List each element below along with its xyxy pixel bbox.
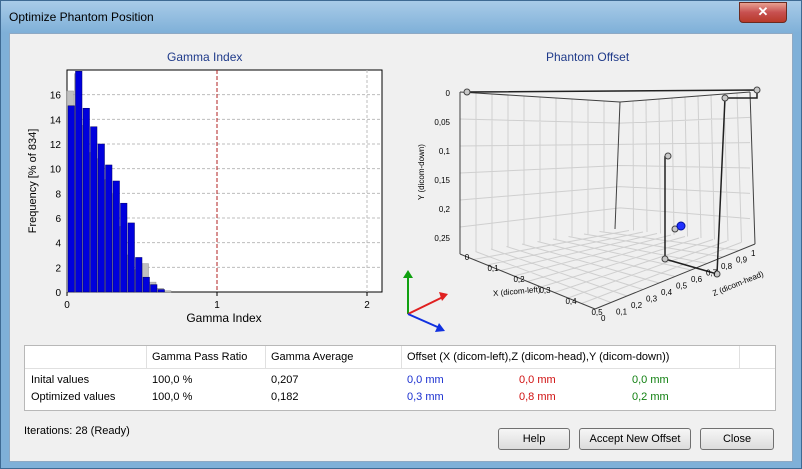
- offset-chart-title: Phantom Offset: [546, 50, 630, 64]
- window-close-button[interactable]: ✕: [739, 2, 787, 23]
- close-button[interactable]: Close: [700, 428, 774, 450]
- z-tick-label-3d: 0,2: [631, 301, 643, 310]
- z-tick-label-3d: 0,8: [721, 262, 733, 271]
- x-tick-label-3d: 0,2: [513, 275, 525, 284]
- y-tick-label: 6: [55, 214, 61, 225]
- bar-optimized: [142, 276, 150, 293]
- y-tick-label-3d: 0,25: [434, 234, 450, 243]
- z-tick-label-3d: 0,7: [706, 269, 718, 278]
- y-tick-labels: 0 2 4 6 8 10 12 14 16: [50, 91, 62, 299]
- y-axis-label-3d: Y (dicom-down): [417, 144, 426, 200]
- header-offset: Offset (X (dicom-left),Z (dicom-head),Y …: [407, 351, 670, 363]
- y-tick-label: 0: [55, 288, 61, 299]
- accept-new-offset-button[interactable]: Accept New Offset: [579, 428, 691, 450]
- dialog-window: Optimize Phantom Position ✕ Gamma Index …: [0, 0, 802, 469]
- help-button[interactable]: Help: [498, 428, 570, 450]
- marker-corner: [753, 86, 761, 94]
- z-tick-label-3d: 0,9: [736, 256, 748, 265]
- x-tick-label-3d: 0,3: [539, 286, 551, 295]
- row-label: Inital values: [31, 374, 90, 386]
- bar-optimized: [135, 257, 143, 293]
- y-tick-label-3d: 0,05: [434, 118, 450, 127]
- y-tick-label-3d: 0,1: [439, 147, 451, 156]
- z-tick-label-3d: 0,3: [646, 295, 658, 304]
- z-tick-label-3d: 0: [601, 314, 606, 323]
- bar-initial: [164, 290, 172, 293]
- row-offset-x: 0,3 mm: [407, 391, 444, 403]
- dialog-client-area: Gamma Index 0 2 4 6 8 10 12 14 16 012 Gamma Inde…: [9, 33, 793, 462]
- results-table: Gamma Pass Ratio Gamma Average Offset (X…: [24, 345, 776, 411]
- z-tick-label-3d: 1: [751, 249, 756, 258]
- y-tick-label: 12: [50, 140, 62, 151]
- status-text: Iterations: 28 (Ready): [24, 425, 130, 437]
- z-tick-label-3d: 0,5: [676, 282, 688, 291]
- row-offset-z: 0,0 mm: [519, 374, 556, 386]
- x-tick-label: 0: [64, 300, 70, 311]
- bar-optimized: [150, 284, 158, 293]
- y-tick-label-3d: 0,15: [434, 176, 450, 185]
- y-tick-label-3d: 0,2: [439, 205, 451, 214]
- bar-optimized: [82, 107, 90, 293]
- y-tick-label-3d: 0: [446, 89, 451, 98]
- z-tick-label-3d: 0,4: [661, 288, 673, 297]
- x-tick-label: 1: [214, 300, 220, 311]
- histogram-title: Gamma Index: [167, 50, 243, 64]
- row-label: Optimized values: [31, 391, 116, 403]
- x-axis-label: Gamma Index: [186, 311, 261, 325]
- bar-optimized: [127, 222, 135, 293]
- row-pass-ratio: 100,0 %: [152, 374, 193, 386]
- marker-top: [721, 94, 729, 102]
- window-title: Optimize Phantom Position: [9, 10, 154, 24]
- row-offset-y: 0,0 mm: [632, 374, 669, 386]
- y-tick-label: 8: [55, 189, 61, 200]
- bar-optimized: [90, 126, 98, 293]
- marker-base: [661, 255, 669, 263]
- x-axis-label-3d: X (dicom-left): [493, 285, 542, 298]
- row-offset-y: 0,2 mm: [632, 391, 669, 403]
- row-gamma-average: 0,182: [271, 391, 299, 403]
- y-tick-label: 14: [50, 115, 62, 126]
- y-tick-label: 4: [55, 239, 61, 250]
- marker-mid: [664, 152, 672, 160]
- z-tick-label-3d: 0,1: [616, 308, 628, 317]
- title-bar[interactable]: Optimize Phantom Position ✕: [1, 1, 801, 33]
- header-pass-ratio: Gamma Pass Ratio: [152, 351, 248, 363]
- row-gamma-average: 0,207: [271, 374, 299, 386]
- y-tick-label: 10: [50, 165, 62, 176]
- y-tick-label: 2: [55, 263, 61, 274]
- row-offset-x: 0,0 mm: [407, 374, 444, 386]
- header-gamma-average: Gamma Average: [271, 351, 354, 363]
- bar-optimized: [157, 289, 165, 293]
- gamma-histogram-chart: 0246810121416 012 Gamma Index Frequency …: [27, 69, 383, 325]
- y-tick-labels-3d: 0 0,05 0,1 0,15 0,2 0,25: [434, 89, 450, 243]
- x-tick-label-3d: 0,1: [487, 264, 499, 273]
- marker-start: [463, 88, 471, 96]
- row-pass-ratio: 100,0 %: [152, 391, 193, 403]
- bar-optimized: [112, 180, 120, 293]
- x-tick-label-3d: 0: [465, 253, 470, 262]
- bar-optimized: [105, 164, 113, 293]
- x-tick-label-3d: 0,4: [565, 297, 577, 306]
- z-tick-label-3d: 0,6: [691, 275, 703, 284]
- bar-optimized: [67, 105, 75, 293]
- phantom-offset-3d-chart: 00,050,10,150,20,25 00,10,20,30,40,5 00,…: [417, 86, 765, 323]
- bar-optimized: [75, 70, 83, 293]
- table-header-row: Gamma Pass Ratio Gamma Average Offset (X…: [25, 346, 775, 369]
- x-tick-labels: 0 1 2: [64, 292, 370, 311]
- y-tick-label: 16: [50, 91, 62, 102]
- bar-optimized: [97, 143, 105, 293]
- y-axis-label: Frequency [% of 834]: [27, 129, 39, 234]
- marker-initial: [676, 221, 686, 231]
- bar-optimized: [120, 202, 128, 293]
- x-tick-label: 2: [364, 300, 370, 311]
- row-offset-z: 0,8 mm: [519, 391, 556, 403]
